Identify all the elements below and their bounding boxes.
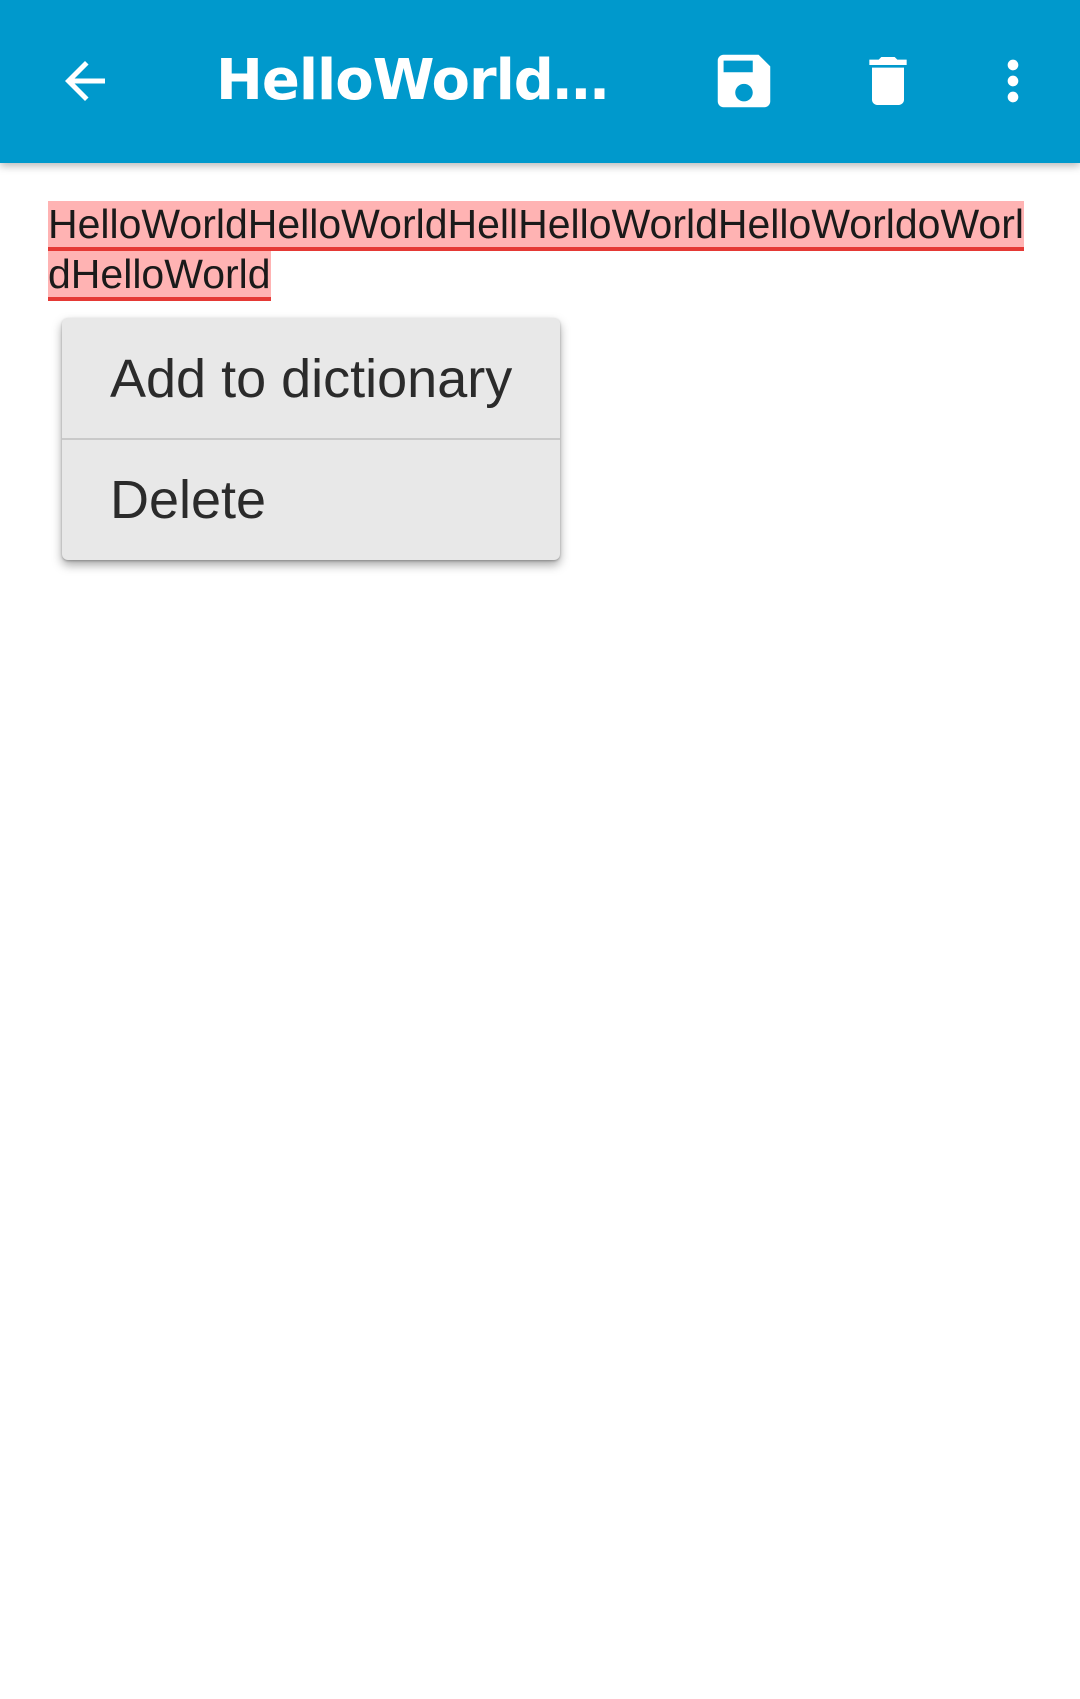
more-vert-icon [1007,59,1019,103]
app-bar: HelloWorldHel… [0,0,1080,163]
misspelled-text[interactable]: HelloWorldHelloWorldHellHelloWorldHelloW… [48,201,1024,301]
delete-option[interactable]: Delete [62,439,560,560]
page-title: HelloWorldHel… [216,48,646,113]
add-to-dictionary-option[interactable]: Add to dictionary [62,318,560,439]
save-button[interactable] [699,36,789,126]
spell-check-popup: Add to dictionary Delete [62,318,560,560]
back-button[interactable] [40,36,130,126]
note-editor[interactable]: HelloWorldHelloWorldHellHelloWorldHelloW… [48,199,1038,301]
popup-divider [62,438,560,440]
arrow-back-icon [65,61,105,101]
save-icon [717,54,771,108]
delete-button[interactable] [843,36,933,126]
overflow-menu-button[interactable] [968,36,1058,126]
trash-icon [869,57,907,105]
